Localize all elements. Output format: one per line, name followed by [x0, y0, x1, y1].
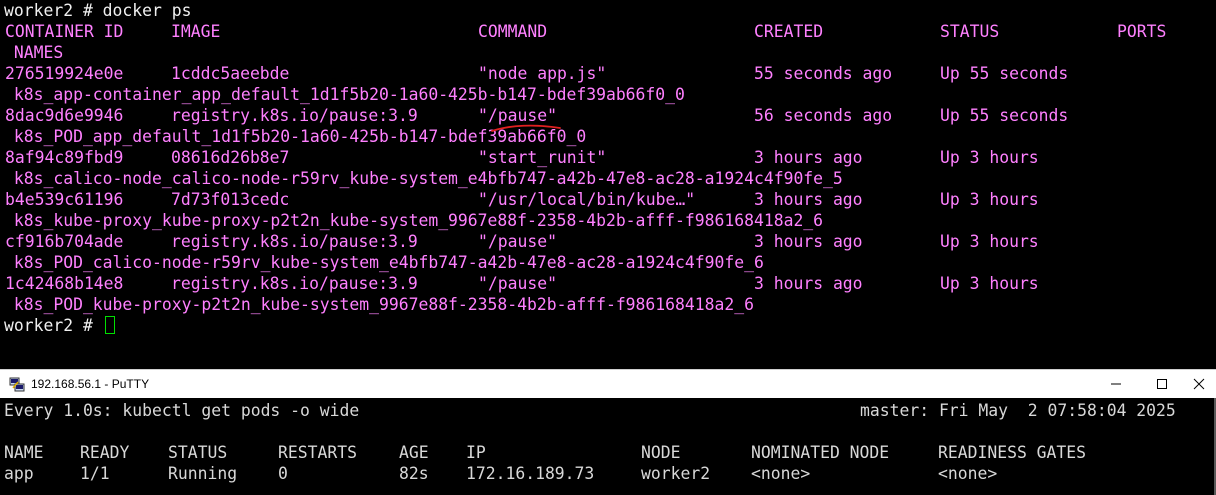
- pod-name: app: [4, 464, 34, 483]
- header-ready: READY: [80, 443, 130, 462]
- pod-age: 82s: [399, 464, 429, 483]
- header-age: AGE: [399, 443, 429, 462]
- bottom-terminal[interactable]: Every 1.0s: kubectl get pods -o wide mas…: [0, 398, 1216, 495]
- window-title: 192.168.56.1 - PuTTY: [31, 377, 150, 391]
- pod-restarts: 0: [278, 464, 288, 483]
- header-nominated-node: NOMINATED NODE: [751, 443, 890, 462]
- close-button[interactable]: [1185, 370, 1216, 398]
- pod-ip: 172.16.189.73: [466, 464, 595, 483]
- maximize-button[interactable]: [1139, 370, 1185, 398]
- pod-status: Running: [168, 464, 238, 483]
- header-pod-status: STATUS: [168, 443, 228, 462]
- maximize-icon: [1157, 379, 1167, 389]
- header-ip: IP: [466, 443, 486, 462]
- header-readiness-gates: READINESS GATES: [938, 443, 1087, 462]
- minimize-button[interactable]: [1093, 370, 1139, 398]
- pods-table-header: NAME READY STATUS RESTARTS AGE IP NODE N…: [0, 442, 1216, 463]
- putty-icon: [9, 377, 25, 392]
- close-icon: [1193, 378, 1205, 390]
- red-underline-annotation: [491, 124, 561, 132]
- putty-titlebar[interactable]: 192.168.56.1 - PuTTY: [0, 369, 1216, 398]
- top-terminal[interactable]: worker2 # docker ps CONTAINER ID IMAGE C…: [0, 0, 1216, 368]
- header-name: NAME: [4, 443, 44, 462]
- watch-host-time: master: Fri May 2 07:58:04 2025: [860, 401, 1176, 420]
- header-restarts: RESTARTS: [278, 443, 357, 462]
- pod-row: app 1/1 Running 0 82s 172.16.189.73 work…: [0, 463, 1216, 484]
- minimize-icon: [1111, 383, 1121, 385]
- pod-readiness-gates: <none>: [938, 464, 998, 483]
- pod-ready: 1/1: [80, 464, 110, 483]
- pod-node: worker2: [641, 464, 711, 483]
- pod-nominated-node: <none>: [751, 464, 811, 483]
- watch-command: Every 1.0s: kubectl get pods -o wide: [4, 401, 360, 420]
- header-node: NODE: [641, 443, 681, 462]
